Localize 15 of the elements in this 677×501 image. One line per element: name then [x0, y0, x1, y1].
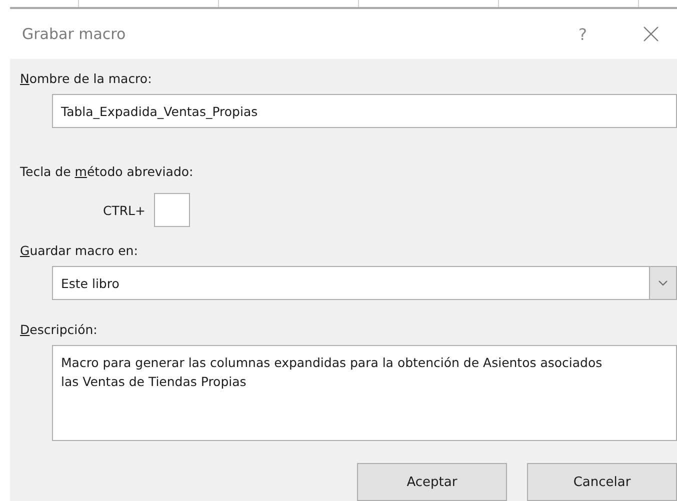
- dialog-button[interactable]: Aceptar: [357, 463, 507, 501]
- shortcut-key-field[interactable]: [154, 193, 190, 227]
- description-field[interactable]: Macro para generar las columnas expandidas para la obtención de Asientos asociados las Ventas de Tiendas Propias: [52, 345, 677, 441]
- field-label: Nombre de la macro:: [20, 71, 153, 86]
- chevron-down-icon: [658, 280, 668, 286]
- window-title: Grabar macro: [22, 25, 127, 43]
- help-button[interactable]: ?: [578, 24, 587, 44]
- dialog-button[interactable]: Cancelar: [527, 463, 677, 501]
- macro-name-field[interactable]: Tabla_Expadida_Ventas_Propias: [52, 94, 677, 128]
- field-label: Guardar macro en:: [20, 243, 139, 258]
- close-icon[interactable]: [643, 26, 659, 42]
- field-label: Descripción:: [20, 322, 98, 337]
- field-label: Tecla de método abreviado:: [20, 164, 194, 179]
- shortcut-prefix: CTRL+: [103, 202, 146, 218]
- store-in-dropdown[interactable]: Este libro: [52, 266, 677, 300]
